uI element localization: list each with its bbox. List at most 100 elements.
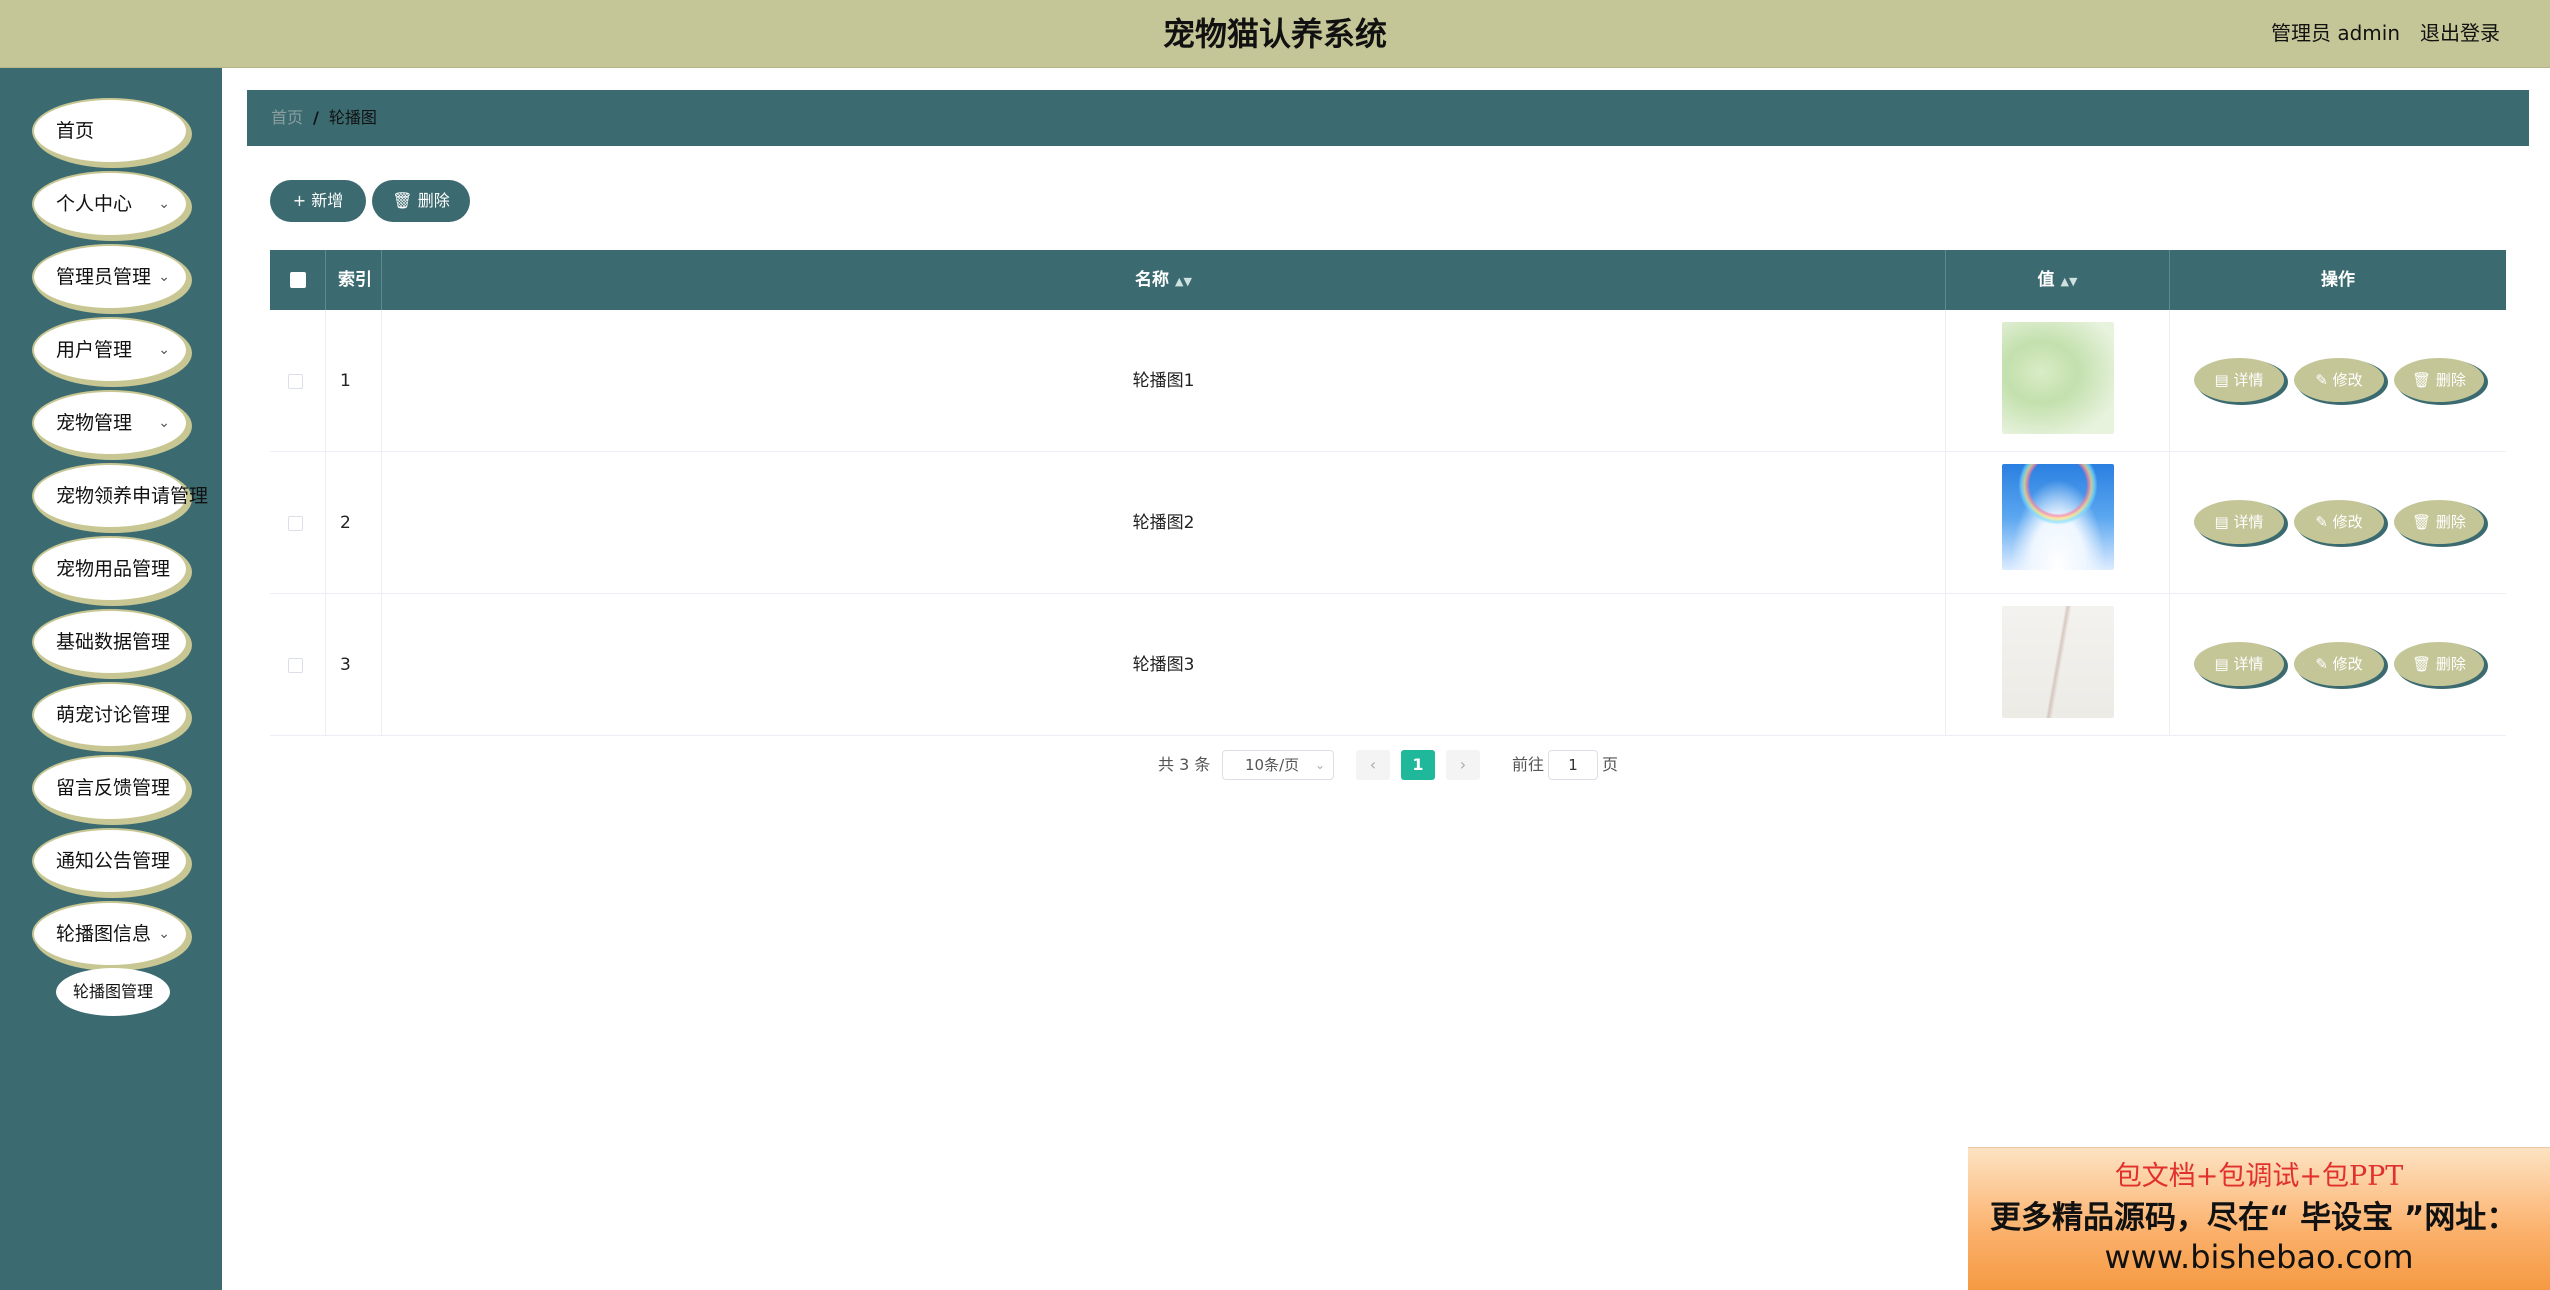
add-button[interactable]: + 新增 bbox=[270, 180, 366, 222]
trash-icon: 🗑 bbox=[392, 191, 413, 210]
row-actions-cell: ▤ 详情 ✎ 修改 🗑 删除 bbox=[2170, 594, 2506, 736]
row-select-cell bbox=[270, 594, 326, 736]
chevron-down-icon: ⌄ bbox=[158, 196, 170, 212]
row-actions-cell: ▤ 详情 ✎ 修改 🗑 删除 bbox=[2170, 452, 2506, 594]
header-name[interactable]: 名称 ▲▼ bbox=[382, 250, 1946, 310]
breadcrumb-separator: / bbox=[313, 108, 319, 127]
detail-button[interactable]: ▤ 详情 bbox=[2194, 642, 2284, 686]
chevron-down-icon: ⌄ bbox=[158, 342, 170, 358]
page-size-select[interactable]: 10条/页 ⌄ bbox=[1222, 750, 1334, 780]
row-index: 2 bbox=[340, 513, 351, 533]
sidebar-item-label: 宠物用品管理 bbox=[56, 558, 171, 580]
select-all-checkbox[interactable] bbox=[290, 272, 306, 288]
delete-label: 删除 bbox=[2435, 371, 2466, 389]
page-size-value: 10条/页 bbox=[1245, 756, 1300, 774]
header-value[interactable]: 值 ▲▼ bbox=[1946, 250, 2170, 310]
table-row: 3 轮播图3 ▤ 详情 ✎ 修改 🗑 删除 bbox=[270, 594, 2506, 736]
current-user: 管理员 admin bbox=[2270, 21, 2400, 45]
edit-button[interactable]: ✎ 修改 bbox=[2294, 500, 2384, 544]
document-icon: ▤ bbox=[2214, 655, 2229, 673]
edit-button[interactable]: ✎ 修改 bbox=[2294, 358, 2384, 402]
sidebar-item-discussion[interactable]: 萌宠讨论管理 bbox=[34, 684, 186, 746]
delete-button-label: 删除 bbox=[417, 191, 450, 210]
sidebar-item-users[interactable]: 用户管理 ⌄ bbox=[34, 319, 186, 381]
row-delete-button[interactable]: 🗑 删除 bbox=[2394, 642, 2484, 686]
sidebar: 首页 个人中心 ⌄ 管理员管理 ⌄ 用户管理 ⌄ 宠物管理 ⌄ 宠物领养申请管理 宠物用… bbox=[0, 68, 222, 1290]
sidebar-item-pet-supplies[interactable]: 宠物用品管理 bbox=[34, 538, 186, 600]
logout-link[interactable]: 退出登录 bbox=[2420, 0, 2500, 66]
top-bar: 宠物猫认养系统 管理员 admin 退出登录 bbox=[0, 0, 2550, 68]
sidebar-item-label: 个人中心 bbox=[56, 193, 133, 215]
row-name-cell: 轮播图2 bbox=[382, 452, 1946, 594]
row-checkbox[interactable] bbox=[288, 374, 303, 389]
edit-label: 修改 bbox=[2332, 655, 2363, 673]
goto-label: 前往 bbox=[1512, 755, 1545, 774]
breadcrumb: 首页 / 轮播图 bbox=[247, 90, 2529, 146]
edit-button[interactable]: ✎ 修改 bbox=[2294, 642, 2384, 686]
sort-icon: ▲▼ bbox=[2060, 275, 2078, 288]
goto-page-input[interactable]: 1 bbox=[1548, 750, 1598, 780]
row-value-cell bbox=[1946, 594, 2170, 736]
page-button-1[interactable]: 1 bbox=[1401, 750, 1435, 780]
sidebar-item-adoption-requests[interactable]: 宠物领养申请管理 bbox=[34, 465, 208, 527]
row-delete-button[interactable]: 🗑 删除 bbox=[2394, 500, 2484, 544]
row-checkbox[interactable] bbox=[288, 658, 303, 673]
chevron-left-icon: ‹ bbox=[1369, 755, 1377, 774]
sidebar-item-home[interactable]: 首页 bbox=[34, 100, 186, 162]
sort-icon: ▲▼ bbox=[1175, 275, 1192, 288]
row-value-cell bbox=[1946, 310, 2170, 452]
row-index: 3 bbox=[340, 655, 351, 675]
row-index-cell: 1 bbox=[326, 310, 382, 452]
sidebar-item-base-data[interactable]: 基础数据管理 bbox=[34, 611, 186, 673]
row-value-cell bbox=[1946, 452, 2170, 594]
breadcrumb-current: 轮播图 bbox=[328, 108, 377, 127]
sidebar-item-label: 宠物领养申请管理 bbox=[56, 485, 209, 507]
carousel-image-thumbnail[interactable] bbox=[2002, 464, 2114, 570]
carousel-image-thumbnail[interactable] bbox=[2002, 606, 2114, 718]
sidebar-item-profile[interactable]: 个人中心 ⌄ bbox=[34, 173, 186, 235]
app-title: 宠物猫认养系统 bbox=[1162, 15, 1387, 53]
sidebar-item-feedback[interactable]: 留言反馈管理 bbox=[34, 757, 186, 819]
detail-button[interactable]: ▤ 详情 bbox=[2194, 500, 2284, 544]
chevron-down-icon: ⌄ bbox=[158, 269, 170, 285]
sidebar-subitem-carousel-manage[interactable]: 轮播图管理 bbox=[56, 968, 170, 1016]
sidebar-item-label: 用户管理 bbox=[56, 339, 133, 361]
document-icon: ▤ bbox=[2214, 371, 2229, 389]
row-select-cell bbox=[270, 452, 326, 594]
promo-line-1: 包文档+包调试+包PPT bbox=[2114, 1161, 2404, 1192]
row-index-cell: 3 bbox=[326, 594, 382, 736]
row-index-cell: 2 bbox=[326, 452, 382, 594]
sidebar-item-label: 宠物管理 bbox=[56, 412, 133, 434]
chevron-right-icon: › bbox=[1459, 755, 1467, 774]
promo-line-3: www.bishebao.com bbox=[2104, 1238, 2414, 1276]
prev-page-button[interactable]: ‹ bbox=[1356, 750, 1390, 780]
breadcrumb-home[interactable]: 首页 bbox=[271, 108, 303, 127]
carousel-image-thumbnail[interactable] bbox=[2002, 322, 2114, 434]
next-page-button[interactable]: › bbox=[1446, 750, 1480, 780]
row-checkbox[interactable] bbox=[288, 516, 303, 531]
header-name-label: 名称 bbox=[1135, 270, 1170, 290]
pencil-icon: ✎ bbox=[2315, 371, 2328, 389]
row-name-cell: 轮播图3 bbox=[382, 594, 1946, 736]
row-delete-button[interactable]: 🗑 删除 bbox=[2394, 358, 2484, 402]
detail-label: 详情 bbox=[2233, 371, 2264, 389]
chevron-down-icon: ⌄ bbox=[158, 415, 170, 431]
row-name: 轮播图3 bbox=[1132, 655, 1195, 675]
sidebar-item-label: 管理员管理 bbox=[56, 266, 152, 288]
sidebar-item-pets[interactable]: 宠物管理 ⌄ bbox=[34, 392, 186, 454]
delete-button[interactable]: 🗑 删除 bbox=[372, 180, 470, 222]
table-header: 索引 名称 ▲▼ 值 ▲▼ 操作 bbox=[270, 250, 2506, 310]
chevron-down-icon: ⌄ bbox=[158, 926, 170, 942]
edit-label: 修改 bbox=[2332, 513, 2363, 531]
chevron-down-icon: ⌄ bbox=[1314, 758, 1325, 772]
page-suffix: 页 bbox=[1602, 755, 1619, 774]
header-actions: 操作 bbox=[2321, 270, 2355, 290]
sidebar-item-notices[interactable]: 通知公告管理 bbox=[34, 830, 186, 892]
detail-label: 详情 bbox=[2233, 513, 2264, 531]
delete-label: 删除 bbox=[2435, 513, 2466, 531]
sidebar-item-admins[interactable]: 管理员管理 ⌄ bbox=[34, 246, 186, 308]
sidebar-item-carousel[interactable]: 轮播图信息 ⌄ bbox=[34, 903, 186, 965]
document-icon: ▤ bbox=[2214, 513, 2229, 531]
detail-button[interactable]: ▤ 详情 bbox=[2194, 358, 2284, 402]
promo-watermark: 包文档+包调试+包PPT 更多精品源码，尽在“ 毕设宝 ”网址： www.bis… bbox=[1968, 1147, 2550, 1290]
